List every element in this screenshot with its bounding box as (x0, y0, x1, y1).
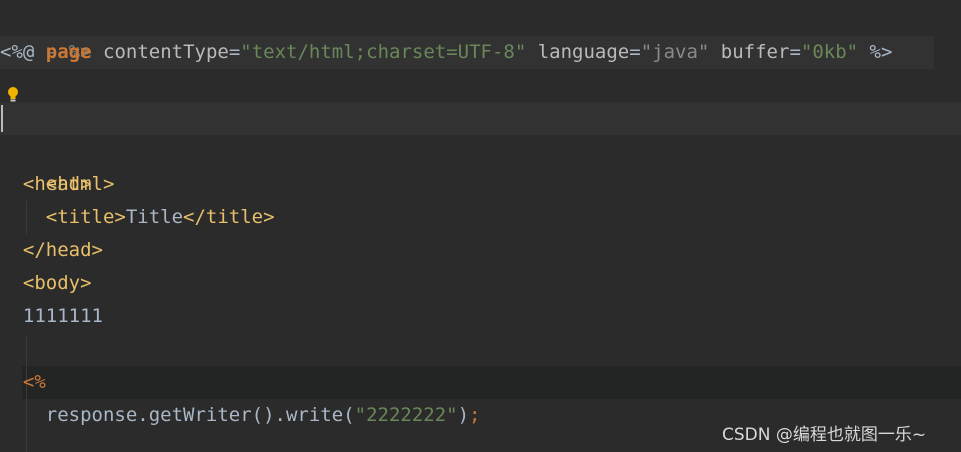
code-line-scriptlet-open[interactable]: <% (0, 366, 46, 399)
watermark: CSDN @编程也就图一乐~ (722, 425, 927, 445)
code-line-java-statement[interactable]: response.getWriter().write("2222222"); (0, 399, 481, 432)
code-line-body-open[interactable]: <body> (0, 267, 92, 300)
head-close-tag: </head> (22, 239, 103, 261)
code-line-html-open[interactable]: <html> (0, 135, 115, 195)
close-paren: ) (457, 404, 470, 426)
head-open-tag: <head> (22, 173, 92, 195)
attr-buffer-value: "0kb" (800, 41, 859, 63)
code-line-page-directive[interactable]: <%@ page contentType="text/html;charset=… (0, 36, 892, 69)
body-text: 1111111 (22, 305, 103, 327)
code-line-comment-end[interactable]: --%> (0, 3, 92, 63)
directive-close: %> (869, 41, 893, 63)
directive-open: <%@ (0, 41, 35, 63)
code-line-title[interactable]: <title>Title</title> (0, 201, 275, 234)
string-argument: "2222222" (354, 404, 458, 426)
text-cursor (1, 105, 3, 132)
current-line-highlight (0, 102, 961, 135)
attr-buffer: buffer (720, 41, 790, 63)
directive-keyword: page (45, 41, 92, 63)
scriptlet-block-background (22, 366, 961, 399)
code-line-head-open[interactable]: <head> (0, 168, 92, 201)
code-line-head-close[interactable]: </head> (0, 234, 103, 267)
title-close-tag: </title> (183, 206, 275, 228)
attr-language: language (537, 41, 630, 63)
title-text: Title (125, 206, 184, 228)
title-open-tag: <title> (45, 206, 126, 228)
scriptlet-open: <% (22, 371, 46, 393)
code-editor[interactable]: --%> <%@ page contentType="text/html;cha… (0, 0, 961, 452)
code-line-body-text[interactable]: 1111111 (0, 300, 103, 333)
attr-language-value: "java" (640, 41, 710, 63)
attr-content-type: contentType (103, 41, 229, 63)
body-open-tag: <body> (22, 272, 92, 294)
attr-content-type-value: "text/html;charset=UTF-8" (240, 41, 527, 63)
lightbulb-icon[interactable] (6, 86, 20, 104)
semicolon: ; (469, 404, 481, 426)
method-call: response.getWriter().write( (45, 404, 355, 426)
